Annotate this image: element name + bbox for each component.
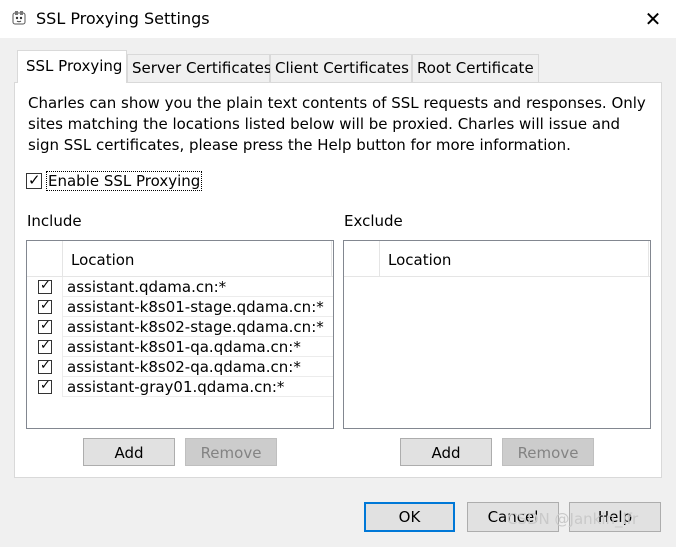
include-remove-button[interactable]: Remove [185, 438, 277, 466]
include-table-header: Location [27, 241, 333, 277]
tab-label: SSL Proxying [26, 57, 123, 75]
location-cell[interactable]: assistant-k8s01-stage.qdama.cn:* [67, 297, 324, 317]
table-row[interactable]: ✓ assistant-k8s01-stage.qdama.cn:* [27, 297, 333, 317]
table-row[interactable]: ✓ assistant-k8s02-stage.qdama.cn:* [27, 317, 333, 337]
window-title: SSL Proxying Settings [36, 9, 210, 28]
close-icon: ✕ [644, 7, 662, 31]
cell-divider [62, 357, 63, 377]
check-icon: ✓ [40, 278, 51, 293]
location-column-header[interactable]: Location [71, 251, 134, 269]
exclude-table-header: Location [344, 241, 650, 277]
column-divider [62, 241, 63, 277]
tab-label: Server Certificates [132, 59, 272, 77]
csdn-watermark: CSDN @Jankin_lfr [507, 510, 639, 528]
exclude-remove-button[interactable]: Remove [502, 438, 594, 466]
location-cell[interactable]: assistant-gray01.qdama.cn:* [67, 377, 284, 397]
table-row[interactable]: ✓ assistant.qdama.cn:* [27, 277, 333, 297]
check-icon: ✓ [40, 338, 51, 353]
include-add-button[interactable]: Add [83, 438, 175, 466]
tab-client-certificates[interactable]: Client Certificates [270, 54, 412, 82]
table-row[interactable]: ✓ assistant-k8s01-qa.qdama.cn:* [27, 337, 333, 357]
enable-ssl-proxying-label: Enable SSL Proxying [46, 171, 203, 191]
tab-ssl-proxying[interactable]: SSL Proxying [17, 50, 127, 83]
table-row[interactable]: ✓ assistant-k8s02-qa.qdama.cn:* [27, 357, 333, 377]
row-checkbox[interactable]: ✓ [38, 298, 52, 314]
exclude-add-button[interactable]: Add [400, 438, 492, 466]
column-divider [331, 241, 332, 277]
check-icon: ✓ [40, 358, 51, 373]
cell-divider [62, 297, 63, 317]
exclude-table[interactable]: Location [343, 240, 651, 429]
row-divider [62, 396, 333, 397]
include-table[interactable]: Location ✓ assistant.qdama.cn:* ✓ assist… [26, 240, 334, 429]
ssl-description: Charles can show you the plain text cont… [28, 94, 646, 154]
tab-server-certificates[interactable]: Server Certificates [127, 54, 272, 82]
cell-divider [62, 337, 63, 357]
row-checkbox[interactable]: ✓ [38, 338, 52, 354]
exclude-label: Exclude [344, 212, 403, 230]
check-icon: ✓ [40, 318, 51, 333]
charles-app-icon [12, 11, 26, 25]
tab-label: Root Certificate [417, 59, 534, 77]
location-cell[interactable]: assistant-k8s01-qa.qdama.cn:* [67, 337, 301, 357]
check-icon: ✓ [40, 378, 51, 393]
cell-divider [62, 277, 63, 297]
check-icon: ✓ [40, 298, 51, 313]
enable-ssl-proxying-checkbox[interactable]: ✓ Enable SSL Proxying [26, 171, 203, 191]
title-bar: SSL Proxying Settings ✕ [0, 0, 676, 38]
table-row[interactable]: ✓ assistant-gray01.qdama.cn:* [27, 377, 333, 397]
tab-label: Client Certificates [275, 59, 409, 77]
location-column-header[interactable]: Location [388, 251, 451, 269]
location-cell[interactable]: assistant-k8s02-qa.qdama.cn:* [67, 357, 301, 377]
tab-root-certificate[interactable]: Root Certificate [412, 54, 539, 82]
cell-divider [62, 377, 63, 397]
check-icon: ✓ [28, 171, 41, 189]
include-label: Include [27, 212, 82, 230]
row-checkbox[interactable]: ✓ [38, 358, 52, 374]
location-cell[interactable]: assistant-k8s02-stage.qdama.cn:* [67, 317, 324, 337]
row-checkbox[interactable]: ✓ [38, 378, 52, 394]
column-divider [379, 241, 380, 277]
row-checkbox[interactable]: ✓ [38, 318, 52, 334]
cell-divider [62, 317, 63, 337]
close-button[interactable]: ✕ [630, 0, 676, 38]
ok-button[interactable]: OK [364, 502, 455, 532]
row-checkbox[interactable]: ✓ [38, 278, 52, 294]
checkbox[interactable]: ✓ [26, 171, 42, 189]
location-cell[interactable]: assistant.qdama.cn:* [67, 277, 226, 297]
column-divider [648, 241, 649, 277]
